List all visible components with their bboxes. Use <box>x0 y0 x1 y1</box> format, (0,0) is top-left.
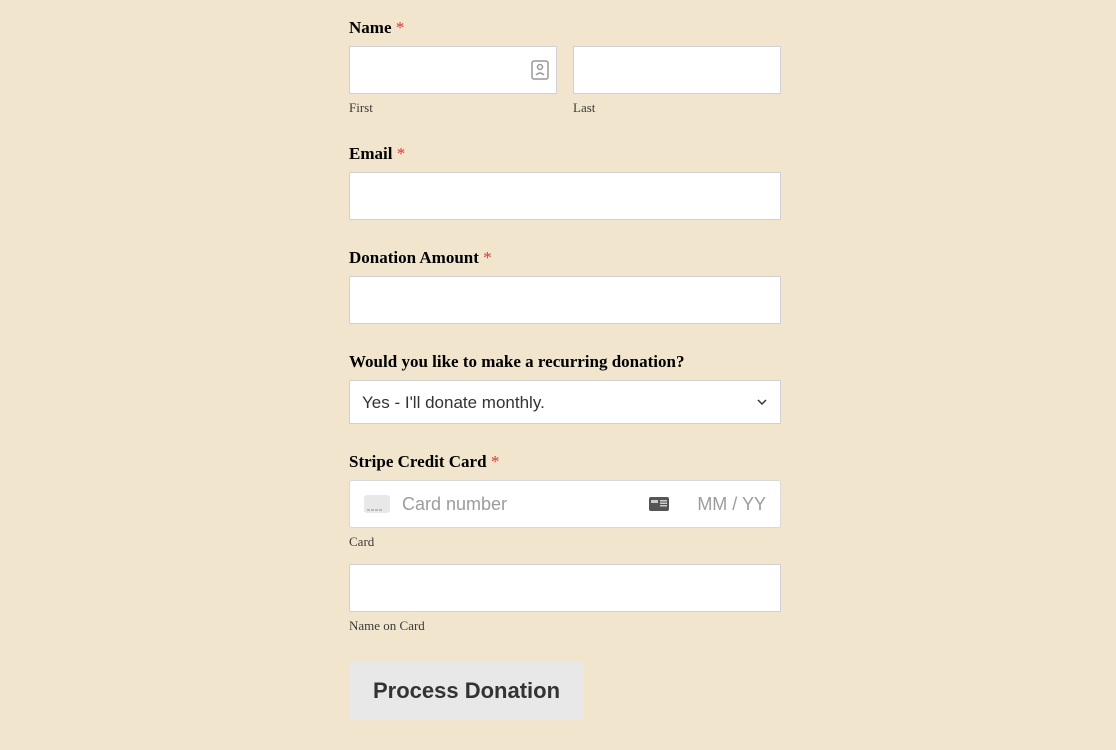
card-icon <box>364 495 390 513</box>
email-label: Email * <box>349 144 781 164</box>
card-sublabel: Card <box>349 534 781 550</box>
stripe-card-input[interactable]: Card number MM / YY <box>349 480 781 528</box>
stripe-label: Stripe Credit Card * <box>349 452 781 472</box>
recurring-field-group: Would you like to make a recurring donat… <box>349 352 781 424</box>
stripe-field-group: Stripe Credit Card * Card number MM / YY… <box>349 452 781 634</box>
donation-amount-label: Donation Amount * <box>349 248 781 268</box>
donation-amount-field-group: Donation Amount * <box>349 248 781 324</box>
last-name-input[interactable] <box>573 46 781 94</box>
required-indicator: * <box>397 144 406 163</box>
first-name-input[interactable] <box>349 46 557 94</box>
last-name-sublabel: Last <box>573 100 781 116</box>
name-field-group: Name * First Last <box>349 18 781 116</box>
card-brand-icon <box>649 497 669 511</box>
last-name-col: Last <box>573 46 781 116</box>
autofill-icon <box>531 60 549 80</box>
required-indicator: * <box>491 452 500 471</box>
email-field-group: Email * <box>349 144 781 220</box>
required-indicator: * <box>483 248 492 267</box>
process-donation-button[interactable]: Process Donation <box>349 662 584 720</box>
card-number-placeholder: Card number <box>402 494 649 515</box>
name-row: First Last <box>349 46 781 116</box>
recurring-label: Would you like to make a recurring donat… <box>349 352 781 372</box>
recurring-select[interactable]: Yes - I'll donate monthly. <box>349 380 781 424</box>
donation-amount-input[interactable] <box>349 276 781 324</box>
name-label: Name * <box>349 18 781 38</box>
expiry-placeholder: MM / YY <box>697 494 766 515</box>
required-indicator: * <box>396 18 405 37</box>
first-name-col: First <box>349 46 557 116</box>
email-input[interactable] <box>349 172 781 220</box>
name-on-card-input[interactable] <box>349 564 781 612</box>
donation-form: Name * First Last <box>349 0 781 720</box>
first-name-sublabel: First <box>349 100 557 116</box>
name-on-card-sublabel: Name on Card <box>349 618 781 634</box>
